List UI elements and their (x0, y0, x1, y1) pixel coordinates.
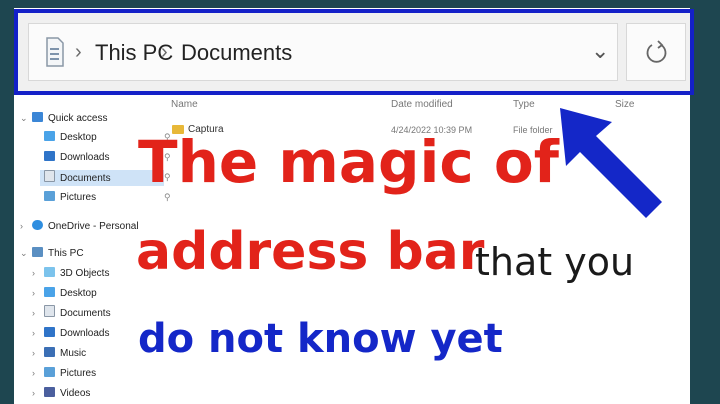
nav-item-pc-desktop[interactable]: › Desktop (32, 285, 97, 301)
pictures-icon (44, 191, 55, 201)
nav-label: Music (60, 348, 87, 359)
nav-label: OneDrive - Personal (48, 221, 139, 232)
nav-label: Downloads (60, 328, 110, 339)
desktop-icon (44, 131, 55, 141)
expand-chevron-icon[interactable]: › (32, 305, 41, 321)
nav-label: Videos (60, 388, 91, 399)
nav-item-desktop[interactable]: Desktop (44, 130, 97, 146)
expand-chevron-icon[interactable]: › (32, 365, 41, 381)
refresh-icon (646, 40, 667, 63)
column-header-date[interactable]: Date modified (391, 99, 453, 110)
nav-label: Documents (60, 308, 111, 319)
expand-chevron-icon[interactable]: › (32, 325, 41, 341)
pictures-icon (44, 367, 55, 377)
star-icon (32, 112, 43, 122)
nav-item-videos[interactable]: › Videos (32, 385, 90, 401)
nav-label: This PC (48, 248, 84, 259)
headline-line-2: address bar (136, 222, 485, 282)
nav-item-pc-pictures[interactable]: › Pictures (32, 365, 96, 381)
nav-quick-access[interactable]: ⌄ Quick access (20, 110, 107, 126)
expand-chevron-icon[interactable]: ⌄ (20, 110, 29, 126)
right-border (690, 0, 720, 404)
top-border (0, 0, 720, 8)
nav-label: 3D Objects (60, 268, 110, 279)
address-bar-highlight: › This PC › Documents ⌄ (14, 9, 694, 95)
download-icon (44, 327, 55, 337)
cloud-icon (32, 220, 43, 230)
nav-onedrive[interactable]: › OneDrive - Personal (20, 218, 139, 234)
expand-chevron-icon[interactable]: › (32, 285, 41, 301)
download-icon (44, 151, 55, 161)
documents-icon (46, 37, 64, 67)
nav-item-3d-objects[interactable]: › 3D Objects (32, 265, 109, 281)
computer-icon (32, 247, 43, 257)
nav-item-pc-downloads[interactable]: › Downloads (32, 325, 109, 341)
headline-line-3: do not know yet (138, 316, 503, 362)
nav-label: Desktop (60, 288, 97, 299)
nav-item-pc-documents[interactable]: › Documents (32, 305, 111, 321)
headline-line-1: The magic of (138, 128, 560, 196)
expand-chevron-icon[interactable]: › (32, 385, 41, 401)
breadcrumb-separator-icon[interactable]: › (75, 41, 82, 64)
breadcrumb-documents[interactable]: Documents (181, 40, 292, 66)
refresh-button[interactable] (626, 23, 686, 81)
expand-chevron-icon[interactable]: ⌄ (20, 245, 29, 261)
breadcrumb-separator-icon[interactable]: › (161, 41, 168, 64)
expand-chevron-icon[interactable]: › (32, 345, 41, 361)
expand-chevron-icon[interactable]: › (20, 218, 29, 234)
column-header-name[interactable]: Name (171, 99, 198, 110)
video-icon (44, 387, 55, 397)
nav-label: Desktop (60, 132, 97, 143)
nav-item-music[interactable]: › Music (32, 345, 86, 361)
nav-label: Downloads (60, 152, 110, 163)
left-border (0, 0, 14, 404)
cube-icon (44, 267, 55, 277)
pointer-arrow-icon (560, 108, 662, 218)
nav-this-pc[interactable]: ⌄ This PC (20, 245, 84, 261)
history-dropdown-icon[interactable]: ⌄ (591, 38, 609, 64)
nav-label: Quick access (48, 113, 108, 124)
music-icon (44, 347, 55, 357)
nav-item-downloads[interactable]: Downloads (44, 150, 109, 166)
column-header-type[interactable]: Type (513, 99, 535, 110)
expand-chevron-icon[interactable]: › (32, 265, 41, 281)
document-icon (44, 305, 55, 317)
nav-label: Pictures (60, 368, 97, 379)
document-icon (44, 170, 55, 182)
address-bar[interactable]: › This PC › Documents ⌄ (28, 23, 618, 81)
nav-label: Documents (60, 173, 111, 184)
nav-item-pictures[interactable]: Pictures (44, 190, 96, 206)
headline-line-2b: that you (475, 240, 635, 284)
desktop-icon (44, 287, 55, 297)
nav-label: Pictures (60, 192, 97, 203)
